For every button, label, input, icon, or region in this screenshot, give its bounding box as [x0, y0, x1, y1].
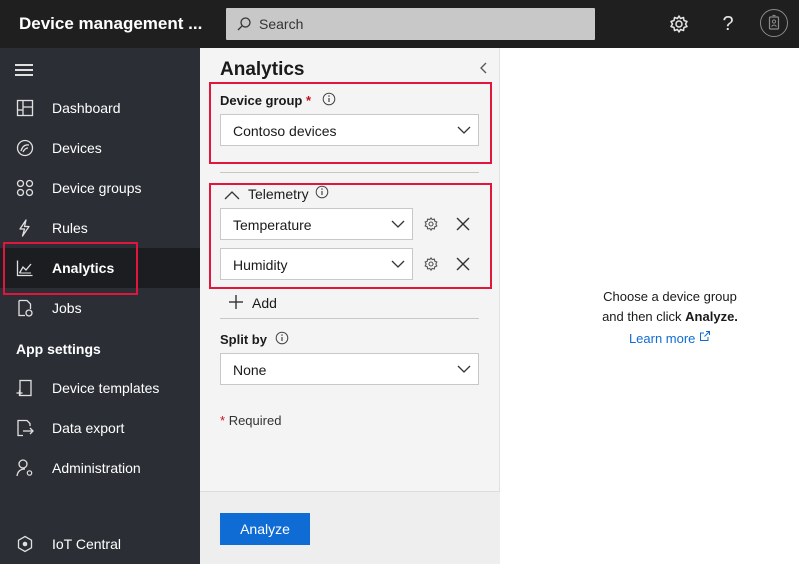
search-input[interactable]: Search	[259, 16, 303, 32]
info-icon[interactable]	[275, 331, 289, 345]
highlight-box-device-group	[209, 82, 492, 164]
required-star: *	[220, 413, 226, 428]
required-note-text: Required	[228, 413, 282, 428]
divider	[220, 318, 479, 319]
user-badge-icon	[768, 14, 780, 30]
sidebar-item-label: Device groups	[52, 180, 142, 196]
empty-state-message: Choose a device group and then click Ana…	[560, 287, 780, 349]
sidebar-item-dashboard[interactable]: Dashboard	[0, 88, 200, 128]
help-icon[interactable]: ?	[716, 12, 740, 36]
device-groups-icon	[16, 179, 34, 197]
panel-title: Analytics	[220, 59, 305, 80]
split-by-value: None	[233, 362, 267, 378]
empty-state-line2-bold: Analyze.	[685, 309, 738, 324]
iot-central-icon	[17, 535, 33, 553]
device-templates-icon	[16, 379, 32, 397]
sidebar-item-label: Devices	[52, 140, 102, 156]
required-note: * Required	[220, 413, 281, 428]
sidebar-item-label: IoT Central	[52, 536, 121, 552]
sidebar-item-label: Data export	[52, 420, 125, 436]
sidebar-item-label: Jobs	[52, 300, 82, 316]
sidebar-item-administration[interactable]: Administration	[0, 448, 200, 488]
top-bar: Device management ... Search ?	[0, 0, 799, 48]
sidebar-item-iot-central[interactable]: IoT Central	[0, 524, 200, 564]
learn-more-link[interactable]: Learn more	[560, 329, 780, 349]
avatar[interactable]	[760, 9, 788, 37]
plus-icon	[229, 295, 243, 309]
chevron-left-icon[interactable]	[478, 60, 490, 76]
jobs-icon	[18, 299, 33, 317]
dashboard-icon	[16, 99, 34, 117]
highlight-box-telemetry	[209, 183, 492, 289]
app-title[interactable]: Device management ...	[19, 14, 202, 34]
empty-state-line2-prefix: and then click	[602, 309, 686, 324]
sidebar-item-data-export[interactable]: Data export	[0, 408, 200, 448]
sidebar-item-device-templates[interactable]: Device templates	[0, 368, 200, 408]
search-icon	[237, 17, 251, 31]
sidebar-item-devices[interactable]: Devices	[0, 128, 200, 168]
external-link-icon	[700, 331, 711, 341]
learn-more-text[interactable]: Learn more	[629, 331, 695, 346]
split-by-label: Split by	[220, 332, 267, 347]
sidebar-item-label: Administration	[52, 460, 141, 476]
sidebar-item-device-groups[interactable]: Device groups	[0, 168, 200, 208]
section-label-app-settings: App settings	[16, 341, 101, 357]
rules-icon	[19, 219, 30, 237]
administration-icon	[16, 459, 33, 477]
settings-gear-icon[interactable]	[667, 12, 691, 36]
highlight-box-analytics	[3, 242, 138, 295]
devices-icon	[16, 139, 34, 157]
add-label[interactable]: Add	[252, 295, 277, 311]
sidebar-item-label: Rules	[52, 220, 88, 236]
data-export-icon	[17, 419, 34, 437]
sidebar: Dashboard Devices Device groups Rules An…	[0, 48, 200, 564]
search-box[interactable]: Search	[226, 8, 595, 40]
empty-state-line2: and then click Analyze.	[560, 307, 780, 327]
panel-footer: Analyze	[200, 491, 500, 564]
sidebar-item-label: Dashboard	[52, 100, 121, 116]
divider	[220, 172, 479, 173]
analyze-button[interactable]: Analyze	[220, 513, 310, 545]
hamburger-menu-icon[interactable]	[15, 64, 33, 76]
empty-state-line1: Choose a device group	[603, 289, 737, 304]
chevron-down-icon	[457, 365, 471, 373]
split-by-dropdown[interactable]: None	[220, 353, 479, 385]
sidebar-item-label: Device templates	[52, 380, 160, 396]
